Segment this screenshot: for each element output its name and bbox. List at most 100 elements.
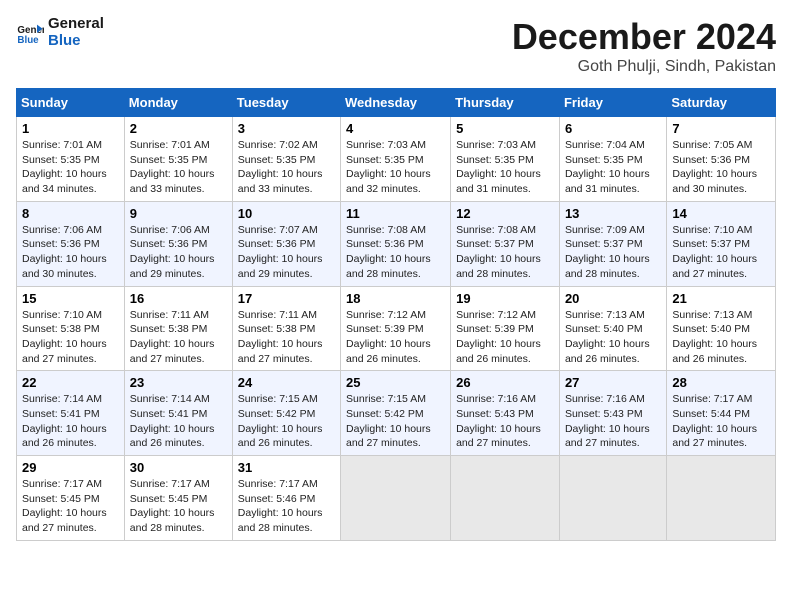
day-info: Sunrise: 7:15 AMSunset: 5:42 PMDaylight:… (346, 392, 445, 451)
day-number: 11 (346, 206, 445, 221)
day-number: 5 (456, 121, 554, 136)
day-info: Sunrise: 7:10 AMSunset: 5:37 PMDaylight:… (672, 223, 770, 282)
week-row-4: 22 Sunrise: 7:14 AMSunset: 5:41 PMDaylig… (17, 371, 776, 456)
calendar-cell (451, 456, 560, 541)
day-number: 13 (565, 206, 661, 221)
calendar-cell: 24 Sunrise: 7:15 AMSunset: 5:42 PMDaylig… (232, 371, 340, 456)
calendar-cell: 8 Sunrise: 7:06 AMSunset: 5:36 PMDayligh… (17, 201, 125, 286)
calendar-cell: 9 Sunrise: 7:06 AMSunset: 5:36 PMDayligh… (124, 201, 232, 286)
calendar-cell: 11 Sunrise: 7:08 AMSunset: 5:36 PMDaylig… (341, 201, 451, 286)
day-info: Sunrise: 7:06 AMSunset: 5:36 PMDaylight:… (130, 223, 227, 282)
day-number: 2 (130, 121, 227, 136)
day-number: 22 (22, 375, 119, 390)
day-info: Sunrise: 7:04 AMSunset: 5:35 PMDaylight:… (565, 138, 661, 197)
day-info: Sunrise: 7:01 AMSunset: 5:35 PMDaylight:… (22, 138, 119, 197)
calendar-cell: 18 Sunrise: 7:12 AMSunset: 5:39 PMDaylig… (341, 286, 451, 371)
day-info: Sunrise: 7:15 AMSunset: 5:42 PMDaylight:… (238, 392, 335, 451)
header: General Blue General Blue December 2024 … (16, 16, 776, 76)
weekday-header-thursday: Thursday (451, 89, 560, 117)
day-info: Sunrise: 7:11 AMSunset: 5:38 PMDaylight:… (130, 308, 227, 367)
location-title: Goth Phulji, Sindh, Pakistan (512, 58, 776, 76)
day-info: Sunrise: 7:17 AMSunset: 5:44 PMDaylight:… (672, 392, 770, 451)
day-number: 3 (238, 121, 335, 136)
title-area: December 2024 Goth Phulji, Sindh, Pakist… (512, 16, 776, 76)
day-info: Sunrise: 7:16 AMSunset: 5:43 PMDaylight:… (456, 392, 554, 451)
day-number: 24 (238, 375, 335, 390)
calendar-cell: 6 Sunrise: 7:04 AMSunset: 5:35 PMDayligh… (559, 117, 666, 202)
calendar-cell: 14 Sunrise: 7:10 AMSunset: 5:37 PMDaylig… (667, 201, 776, 286)
calendar-cell (667, 456, 776, 541)
day-info: Sunrise: 7:12 AMSunset: 5:39 PMDaylight:… (346, 308, 445, 367)
calendar-cell: 22 Sunrise: 7:14 AMSunset: 5:41 PMDaylig… (17, 371, 125, 456)
day-info: Sunrise: 7:02 AMSunset: 5:35 PMDaylight:… (238, 138, 335, 197)
day-info: Sunrise: 7:08 AMSunset: 5:37 PMDaylight:… (456, 223, 554, 282)
day-info: Sunrise: 7:07 AMSunset: 5:36 PMDaylight:… (238, 223, 335, 282)
day-number: 25 (346, 375, 445, 390)
weekday-header-wednesday: Wednesday (341, 89, 451, 117)
day-info: Sunrise: 7:03 AMSunset: 5:35 PMDaylight:… (456, 138, 554, 197)
calendar-cell: 3 Sunrise: 7:02 AMSunset: 5:35 PMDayligh… (232, 117, 340, 202)
calendar-cell: 27 Sunrise: 7:16 AMSunset: 5:43 PMDaylig… (559, 371, 666, 456)
weekday-header-row: SundayMondayTuesdayWednesdayThursdayFrid… (17, 89, 776, 117)
day-number: 7 (672, 121, 770, 136)
week-row-5: 29 Sunrise: 7:17 AMSunset: 5:45 PMDaylig… (17, 456, 776, 541)
calendar-cell: 26 Sunrise: 7:16 AMSunset: 5:43 PMDaylig… (451, 371, 560, 456)
day-number: 19 (456, 291, 554, 306)
calendar-cell: 29 Sunrise: 7:17 AMSunset: 5:45 PMDaylig… (17, 456, 125, 541)
weekday-header-tuesday: Tuesday (232, 89, 340, 117)
calendar-cell: 10 Sunrise: 7:07 AMSunset: 5:36 PMDaylig… (232, 201, 340, 286)
day-number: 26 (456, 375, 554, 390)
day-number: 23 (130, 375, 227, 390)
day-number: 16 (130, 291, 227, 306)
day-info: Sunrise: 7:03 AMSunset: 5:35 PMDaylight:… (346, 138, 445, 197)
day-info: Sunrise: 7:14 AMSunset: 5:41 PMDaylight:… (22, 392, 119, 451)
calendar-cell (341, 456, 451, 541)
logo: General Blue General Blue (16, 16, 104, 49)
day-info: Sunrise: 7:11 AMSunset: 5:38 PMDaylight:… (238, 308, 335, 367)
calendar-cell: 23 Sunrise: 7:14 AMSunset: 5:41 PMDaylig… (124, 371, 232, 456)
day-info: Sunrise: 7:09 AMSunset: 5:37 PMDaylight:… (565, 223, 661, 282)
day-number: 15 (22, 291, 119, 306)
day-info: Sunrise: 7:05 AMSunset: 5:36 PMDaylight:… (672, 138, 770, 197)
calendar-cell: 12 Sunrise: 7:08 AMSunset: 5:37 PMDaylig… (451, 201, 560, 286)
day-number: 9 (130, 206, 227, 221)
day-info: Sunrise: 7:13 AMSunset: 5:40 PMDaylight:… (672, 308, 770, 367)
day-number: 28 (672, 375, 770, 390)
calendar-cell: 21 Sunrise: 7:13 AMSunset: 5:40 PMDaylig… (667, 286, 776, 371)
day-number: 30 (130, 460, 227, 475)
calendar-cell: 28 Sunrise: 7:17 AMSunset: 5:44 PMDaylig… (667, 371, 776, 456)
weekday-header-saturday: Saturday (667, 89, 776, 117)
day-number: 8 (22, 206, 119, 221)
day-info: Sunrise: 7:10 AMSunset: 5:38 PMDaylight:… (22, 308, 119, 367)
calendar-cell: 20 Sunrise: 7:13 AMSunset: 5:40 PMDaylig… (559, 286, 666, 371)
day-info: Sunrise: 7:01 AMSunset: 5:35 PMDaylight:… (130, 138, 227, 197)
weekday-header-monday: Monday (124, 89, 232, 117)
weekday-header-sunday: Sunday (17, 89, 125, 117)
day-number: 6 (565, 121, 661, 136)
calendar-cell: 4 Sunrise: 7:03 AMSunset: 5:35 PMDayligh… (341, 117, 451, 202)
day-number: 20 (565, 291, 661, 306)
day-info: Sunrise: 7:17 AMSunset: 5:46 PMDaylight:… (238, 477, 335, 536)
logo-line2: Blue (48, 33, 104, 50)
day-number: 1 (22, 121, 119, 136)
day-info: Sunrise: 7:14 AMSunset: 5:41 PMDaylight:… (130, 392, 227, 451)
calendar-cell: 2 Sunrise: 7:01 AMSunset: 5:35 PMDayligh… (124, 117, 232, 202)
calendar-cell: 15 Sunrise: 7:10 AMSunset: 5:38 PMDaylig… (17, 286, 125, 371)
day-info: Sunrise: 7:08 AMSunset: 5:36 PMDaylight:… (346, 223, 445, 282)
calendar-cell: 19 Sunrise: 7:12 AMSunset: 5:39 PMDaylig… (451, 286, 560, 371)
day-info: Sunrise: 7:17 AMSunset: 5:45 PMDaylight:… (22, 477, 119, 536)
logo-icon: General Blue (16, 19, 44, 47)
day-info: Sunrise: 7:13 AMSunset: 5:40 PMDaylight:… (565, 308, 661, 367)
weekday-header-friday: Friday (559, 89, 666, 117)
week-row-1: 1 Sunrise: 7:01 AMSunset: 5:35 PMDayligh… (17, 117, 776, 202)
day-number: 12 (456, 206, 554, 221)
day-info: Sunrise: 7:17 AMSunset: 5:45 PMDaylight:… (130, 477, 227, 536)
day-info: Sunrise: 7:06 AMSunset: 5:36 PMDaylight:… (22, 223, 119, 282)
calendar-cell: 5 Sunrise: 7:03 AMSunset: 5:35 PMDayligh… (451, 117, 560, 202)
day-number: 4 (346, 121, 445, 136)
svg-text:Blue: Blue (17, 34, 39, 45)
calendar-cell: 16 Sunrise: 7:11 AMSunset: 5:38 PMDaylig… (124, 286, 232, 371)
day-number: 17 (238, 291, 335, 306)
day-number: 14 (672, 206, 770, 221)
day-number: 18 (346, 291, 445, 306)
